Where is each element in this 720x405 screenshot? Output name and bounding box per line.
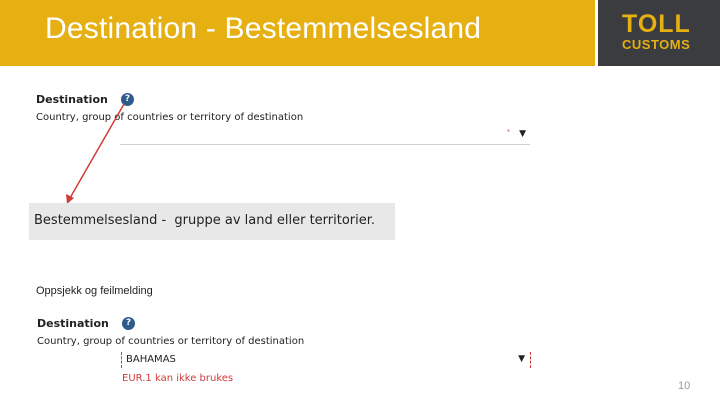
required-marker: *	[506, 128, 510, 137]
destination-field-description: Country, group of countries or territory…	[36, 112, 304, 123]
header-banner: Destination - Bestemmelsesland TOLL CUST…	[0, 0, 720, 66]
toll-customs-logo: TOLL CUSTOMS	[595, 0, 720, 66]
help-icon[interactable]: ?	[121, 93, 134, 106]
destination-section-title: Destination	[36, 93, 108, 106]
destination-section-title: Destination	[37, 317, 109, 330]
validation-error-message: EUR.1 kan ikke brukes	[122, 373, 234, 384]
logo-text-customs: CUSTOMS	[622, 37, 691, 52]
page-title: Destination - Bestemmelsesland	[45, 12, 482, 45]
chevron-down-icon[interactable]: ▼	[519, 129, 526, 139]
help-icon[interactable]: ?	[122, 317, 135, 330]
destination-country-select[interactable]: * ▼	[120, 128, 530, 145]
destination-field-description: Country, group of countries or territory…	[37, 336, 305, 347]
validation-caption: Oppsjekk og feilmelding	[36, 285, 153, 297]
translation-text: Bestemmelsesland - gruppe av land eller …	[34, 213, 376, 228]
chevron-down-icon[interactable]: ▼	[518, 354, 525, 364]
destination-country-select[interactable]: BAHAMAS ▼	[121, 352, 531, 368]
slide-page-number: 10	[678, 380, 691, 392]
translation-box: Bestemmelsesland - gruppe av land eller …	[29, 203, 395, 240]
logo-text-toll: TOLL	[622, 10, 691, 38]
selected-country-value: BAHAMAS	[126, 354, 176, 365]
